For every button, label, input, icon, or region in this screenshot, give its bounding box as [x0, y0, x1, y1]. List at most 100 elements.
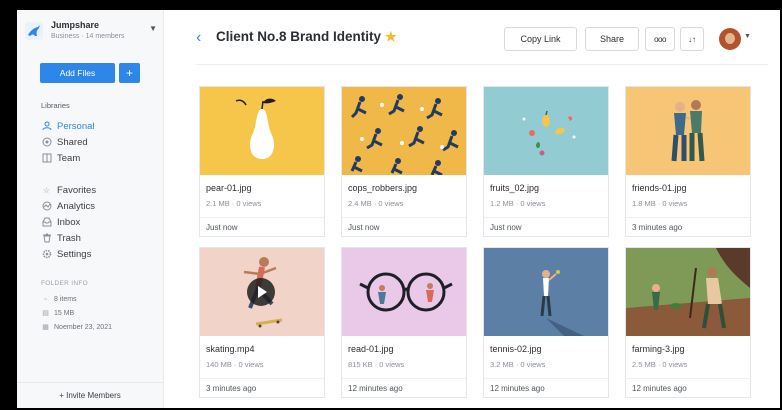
sidebar-item-label: Favorites [57, 184, 97, 196]
app-window: Jumpshare Business · 14 members ▼ Add Fi… [17, 10, 780, 408]
folder-info-size: ▤ 15 MB [41, 306, 159, 320]
sidebar-item-label: Shared [57, 136, 88, 148]
file-meta: 2.1 MB · 0 views [206, 199, 262, 208]
libraries-nav: Personal Shared Team [41, 118, 159, 166]
tools-nav: ☆ Favorites Analytics Inbox Trash Settin… [41, 182, 159, 262]
file-thumbnail[interactable] [484, 87, 608, 175]
folder-info-items: ▫ 8 items [41, 292, 159, 306]
play-video-button[interactable] [247, 278, 275, 306]
storage-icon: ▤ [42, 310, 49, 317]
sidebar-item-settings[interactable]: Settings [41, 246, 159, 262]
trash-icon [41, 233, 52, 244]
header-divider [196, 64, 768, 65]
file-card[interactable]: friends-01.jpg 1.8 MB · 0 views 3 minute… [625, 86, 751, 237]
folder-size: 15 MB [54, 309, 75, 317]
file-card[interactable]: pear-01.jpg 2.1 MB · 0 views Just now [199, 86, 325, 237]
share-button[interactable]: Share [585, 27, 639, 51]
folder-info-date: ▦ Noember 23, 2021 [41, 320, 159, 334]
sidebar-item-analytics[interactable]: Analytics [41, 198, 159, 214]
sidebar-item-shared[interactable]: Shared [41, 134, 159, 150]
workspace-plan: Business · 14 members [51, 33, 125, 40]
person-icon [41, 121, 52, 132]
sidebar-item-favorites[interactable]: ☆ Favorites [41, 182, 159, 198]
add-files-button[interactable]: Add Files [40, 63, 115, 83]
page-title: Client No.8 Brand Identity ★ [216, 29, 397, 45]
more-options-button[interactable]: ooo [645, 27, 675, 51]
file-time: 3 minutes ago [200, 378, 324, 397]
avatar[interactable] [719, 28, 741, 50]
workspace-switcher[interactable]: Jumpshare Business · 14 members ▼ [25, 20, 157, 48]
file-meta: 140 MB · 0 views [206, 360, 264, 369]
file-name[interactable]: cops_robbers.jpg [348, 183, 417, 193]
file-card[interactable]: fruits_02.jpg 1.2 MB · 0 views Just now [483, 86, 609, 237]
star-icon: ☆ [42, 185, 51, 195]
file-thumbnail[interactable] [626, 87, 750, 175]
header: ‹ Client No.8 Brand Identity ★ Copy Link … [164, 10, 780, 65]
copy-link-button[interactable]: Copy Link [504, 27, 577, 51]
sidebar-item-label: Inbox [57, 216, 81, 228]
sidebar-item-label: Settings [57, 248, 92, 260]
add-new-button[interactable]: + [119, 63, 140, 83]
file-thumbnail[interactable] [200, 87, 324, 175]
file-name[interactable]: farming-3.jpg [632, 344, 685, 354]
folder-date: Noember 23, 2021 [54, 323, 112, 331]
file-time: 3 minutes ago [626, 217, 750, 236]
file-card[interactable]: read-01.jpg 815 KB · 0 views 12 minutes … [341, 247, 467, 398]
sidebar-item-trash[interactable]: Trash [41, 230, 159, 246]
chevron-down-icon[interactable]: ▼ [744, 33, 751, 40]
favorite-star-icon[interactable]: ★ [385, 29, 397, 44]
file-meta: 1.8 MB · 0 views [632, 199, 688, 208]
file-card[interactable]: skating.mp4 140 MB · 0 views 3 minutes a… [199, 247, 325, 398]
sidebar-item-label: Analytics [57, 200, 96, 212]
chevron-down-icon: ▼ [149, 24, 157, 33]
file-time: Just now [200, 217, 324, 236]
file-card[interactable]: tennis-02.jpg 3.2 MB · 0 views 12 minute… [483, 247, 609, 398]
file-time: 12 minutes ago [342, 378, 466, 397]
file-card[interactable]: farming-3.jpg 2.5 MB · 0 views 12 minute… [625, 247, 751, 398]
calendar-icon: ▦ [42, 324, 49, 331]
file-thumbnail[interactable] [342, 248, 466, 336]
sidebar-item-label: Trash [57, 232, 81, 244]
kangaroo-logo-icon [25, 22, 43, 40]
folder-item-count: 8 items [54, 295, 77, 303]
file-meta: 815 KB · 0 views [348, 360, 405, 369]
back-arrow-icon[interactable]: ‹ [196, 29, 201, 47]
inbox-icon [41, 217, 52, 228]
file-name[interactable]: read-01.jpg [348, 344, 394, 354]
sidebar-item-team[interactable]: Team [41, 150, 159, 166]
gear-icon [41, 249, 52, 260]
folder-title: Client No.8 Brand Identity [216, 29, 382, 44]
sidebar: Jumpshare Business · 14 members ▼ Add Fi… [17, 10, 164, 408]
file-thumbnail[interactable] [626, 248, 750, 336]
file-time: Just now [342, 217, 466, 236]
sidebar-item-inbox[interactable]: Inbox [41, 214, 159, 230]
file-time: 12 minutes ago [626, 378, 750, 397]
file-thumbnail[interactable] [484, 248, 608, 336]
file-icon: ▫ [44, 295, 47, 303]
file-thumbnail[interactable] [342, 87, 466, 175]
analytics-icon [41, 201, 52, 212]
workspace-name: Jumpshare [51, 20, 100, 30]
folder-info-title: FOLDER INFO [41, 280, 88, 287]
sidebar-item-label: Team [57, 152, 81, 164]
invite-members-button[interactable]: + Invite Members [17, 382, 163, 408]
file-name[interactable]: fruits_02.jpg [490, 183, 539, 193]
sidebar-item-label: Personal [57, 120, 95, 132]
file-time: 12 minutes ago [484, 378, 608, 397]
play-icon [258, 286, 267, 298]
file-card[interactable]: cops_robbers.jpg 2.4 MB · 0 views Just n… [341, 86, 467, 237]
file-meta: 2.5 MB · 0 views [632, 360, 688, 369]
file-name[interactable]: skating.mp4 [206, 344, 255, 354]
file-name[interactable]: pear-01.jpg [206, 183, 252, 193]
file-meta: 2.4 MB · 0 views [348, 199, 404, 208]
file-name[interactable]: friends-01.jpg [632, 183, 687, 193]
sidebar-item-personal[interactable]: Personal [41, 118, 159, 134]
file-meta: 3.2 MB · 0 views [490, 360, 546, 369]
sort-button[interactable]: ↓↑ [680, 27, 704, 51]
folder-info: FOLDER INFO ▫ 8 items ▤ 15 MB ▦ Noember … [41, 280, 159, 334]
libraries-label: Libraries [41, 101, 70, 110]
file-time: Just now [484, 217, 608, 236]
file-meta: 1.2 MB · 0 views [490, 199, 546, 208]
file-thumbnail[interactable] [200, 248, 324, 336]
file-name[interactable]: tennis-02.jpg [490, 344, 542, 354]
